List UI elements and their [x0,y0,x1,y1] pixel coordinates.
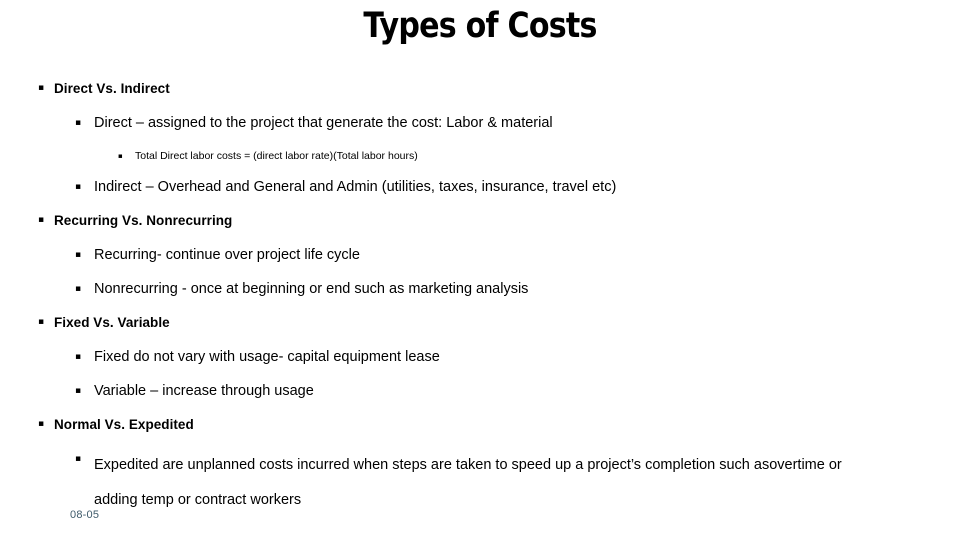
bullet-text: Direct – assigned to the project that ge… [94,115,553,131]
bullet-text: Fixed do not vary with usage- capital eq… [94,349,440,365]
bullet-marker-icon: ▪ [38,419,45,429]
bullet-text: Recurring Vs. Nonrecurring [54,213,233,228]
bullet-marker-icon: ▪ [75,118,82,128]
bullet-marker-icon: ▪ [75,454,82,464]
bullet-text: Recurring- continue over project life cy… [94,247,360,263]
slide: Types of Costs ▪ Direct Vs. Indirect ▪ Dire… [0,0,960,540]
bullet-item-level-2: ▪ Direct – assigned to the project that g… [0,112,960,146]
bullet-marker-icon: ▪ [75,352,82,362]
bullet-text: Total Direct labor costs = (direct labor… [135,150,418,162]
bullet-text: Expedited are unplanned costs incurred w… [94,457,842,508]
slide-title: Types of Costs [363,6,597,46]
bullet-item-level-2: ▪ Nonrecurring - once at beginning or end… [0,278,960,312]
bullet-marker-icon: ▪ [38,317,45,327]
bullet-item-level-1: ▪ Fixed Vs. Variable [0,312,960,346]
bullet-text: Variable – increase through usage [94,383,314,399]
bullet-marker-icon: ▪ [75,182,82,192]
bullet-item-level-1: ▪ Recurring Vs. Nonrecurring [0,210,960,244]
bullet-text: Direct Vs. Indirect [54,81,170,96]
bullet-marker-icon: ▪ [38,215,45,225]
bullet-item-level-2: ▪ Indirect – Overhead and General and Adm… [0,176,960,210]
bullet-text: Fixed Vs. Variable [54,315,170,330]
bullet-item-level-1: ▪ Normal Vs. Expedited [0,414,960,448]
bullet-text: Nonrecurring - once at beginning or end … [94,281,529,297]
bullet-item-level-1: ▪ Direct Vs. Indirect [0,78,960,112]
bullet-item-level-3: ▪ Total Direct labor costs = (direct labo… [0,146,960,176]
slide-body: ▪ Direct Vs. Indirect ▪ Direct – assigned t… [0,78,960,518]
bullet-marker-icon: ▪ [75,284,82,294]
bullet-marker-icon: ▪ [118,152,123,160]
bullet-text: Normal Vs. Expedited [54,417,194,432]
bullet-item-level-2: ▪ Variable – increase through usage [0,380,960,414]
bullet-marker-icon: ▪ [75,386,82,396]
bullet-item-level-2: ▪ Fixed do not vary with usage- capital e… [0,346,960,380]
bullet-text: Indirect – Overhead and General and Admi… [94,179,617,195]
bullet-item-level-2: ▪ Expedited are unplanned costs incurred … [0,448,960,518]
bullet-item-level-2: ▪ Recurring- continue over project life c… [0,244,960,278]
slide-number: 08-05 [70,509,100,521]
bullet-marker-icon: ▪ [38,83,45,93]
bullet-marker-icon: ▪ [75,250,82,260]
